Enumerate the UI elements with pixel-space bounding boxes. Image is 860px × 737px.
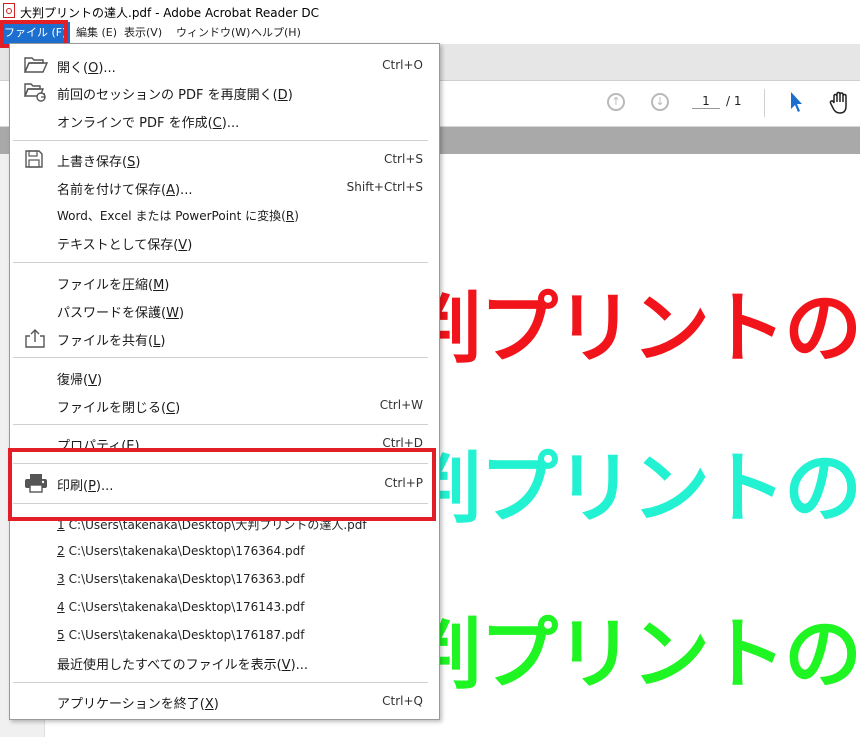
page-total: / 1 xyxy=(726,94,742,108)
menu-label: 復帰(V) xyxy=(57,373,103,388)
menu-separator xyxy=(13,357,428,358)
menu-view[interactable]: 表示(V) xyxy=(124,22,162,44)
recent-file-item[interactable]: 3 C:\Users\takenaka\Desktop\176363.pdf xyxy=(10,566,439,592)
menu-label: ファイルを閉じる(C) xyxy=(57,401,181,416)
menu-item-share[interactable]: ファイルを共有(L) xyxy=(10,325,439,351)
menu-label: オンラインで PDF を作成(C)... xyxy=(57,116,240,131)
menu-item-revert[interactable]: 復帰(V) xyxy=(10,364,439,390)
menu-separator xyxy=(13,682,428,683)
menu-item-close-file[interactable]: ファイルを閉じる(C) Ctrl+W xyxy=(10,392,439,418)
hand-tool-icon[interactable] xyxy=(828,91,852,118)
menu-separator xyxy=(13,262,428,263)
title-bar: 大判プリントの達人.pdf - Adobe Acrobat Reader DC xyxy=(0,0,860,22)
recent-file-path: 2 C:\Users\takenaka\Desktop\176364.pdf xyxy=(57,544,305,558)
recent-file-item[interactable]: 2 C:\Users\takenaka\Desktop\176364.pdf xyxy=(10,538,439,564)
page-up-icon[interactable]: ↑ xyxy=(607,93,625,111)
menu-shortcut: Shift+Ctrl+S xyxy=(346,180,423,194)
menu-separator xyxy=(13,140,428,141)
window-title: 大判プリントの達人.pdf - Adobe Acrobat Reader DC xyxy=(20,6,320,20)
menu-label: 前回のセッションの PDF を再度開く(D) xyxy=(57,88,293,103)
menu-label: 最近使用したすべてのファイルを表示(V)... xyxy=(57,658,309,673)
menu-label: 名前を付けて保存(A)... xyxy=(57,183,193,198)
recent-file-item[interactable]: 5 C:\Users\takenaka\Desktop\176187.pdf xyxy=(10,622,439,648)
menu-item-create-pdf-online[interactable]: オンラインで PDF を作成(C)... xyxy=(10,107,439,133)
page-down-icon[interactable]: ↓ xyxy=(651,93,669,111)
menu-help[interactable]: ヘルプ(H) xyxy=(251,22,301,44)
highlight-frame-print xyxy=(8,448,436,521)
menu-item-compress[interactable]: ファイルを圧縮(M) xyxy=(10,269,439,295)
toolbar-divider xyxy=(764,89,765,117)
recent-file-item[interactable]: 4 C:\Users\takenaka\Desktop\176143.pdf xyxy=(10,594,439,620)
menu-separator xyxy=(13,424,428,425)
menu-item-open[interactable]: 開く(O)... Ctrl+O xyxy=(10,52,439,78)
menu-bar: ファイル (F) 編集 (E) 表示(V) ウィンドウ(W) ヘルプ(H) xyxy=(0,22,860,44)
menu-shortcut: Ctrl+O xyxy=(382,58,423,72)
menu-label: パスワードを保護(W) xyxy=(57,306,185,321)
menu-label: ファイルを共有(L) xyxy=(57,334,166,349)
menu-item-save-as[interactable]: 名前を付けて保存(A)... Shift+Ctrl+S xyxy=(10,174,439,200)
menu-label: 上書き保存(S) xyxy=(57,155,141,170)
menu-label: ファイルを圧縮(M) xyxy=(57,278,170,293)
menu-item-protect-password[interactable]: パスワードを保護(W) xyxy=(10,297,439,323)
reopen-session-icon xyxy=(23,82,46,102)
acrobat-app-icon xyxy=(3,3,15,18)
menu-label: 開く(O)... xyxy=(57,61,116,76)
menu-edit[interactable]: 編集 (E) xyxy=(76,22,117,44)
recent-file-path: 4 C:\Users\takenaka\Desktop\176143.pdf xyxy=(57,600,305,614)
menu-window[interactable]: ウィンドウ(W) xyxy=(176,22,250,44)
menu-item-exit[interactable]: アプリケーションを終了(X) Ctrl+Q xyxy=(10,688,439,714)
page-number-input[interactable]: 1 xyxy=(692,94,720,109)
menu-shortcut: Ctrl+S xyxy=(383,152,423,166)
menu-shortcut: Ctrl+Q xyxy=(382,694,423,708)
menu-label: テキストとして保存(V) xyxy=(57,238,193,253)
share-icon xyxy=(24,328,46,348)
menu-label: Word、Excel または PowerPoint に変換(R) xyxy=(57,209,299,223)
menu-item-show-all-recent[interactable]: 最近使用したすべてのファイルを表示(V)... xyxy=(10,649,439,675)
folder-open-icon xyxy=(23,55,49,75)
recent-file-path: 3 C:\Users\takenaka\Desktop\176363.pdf xyxy=(57,572,305,586)
save-icon xyxy=(24,149,46,169)
recent-file-path: 5 C:\Users\takenaka\Desktop\176187.pdf xyxy=(57,628,305,642)
menu-label: アプリケーションを終了(X) xyxy=(57,697,219,712)
menu-item-save-as-text[interactable]: テキストとして保存(V) xyxy=(10,229,439,255)
menu-shortcut: Ctrl+W xyxy=(379,398,423,412)
select-tool-icon[interactable] xyxy=(788,91,804,116)
menu-item-reopen-session[interactable]: 前回のセッションの PDF を再度開く(D) xyxy=(10,79,439,105)
menu-item-convert[interactable]: Word、Excel または PowerPoint に変換(R) xyxy=(10,202,439,228)
menu-item-save[interactable]: 上書き保存(S) Ctrl+S xyxy=(10,146,439,172)
file-menu-dropdown: 開く(O)... Ctrl+O 前回のセッションの PDF を再度開く(D) オ… xyxy=(9,43,440,720)
